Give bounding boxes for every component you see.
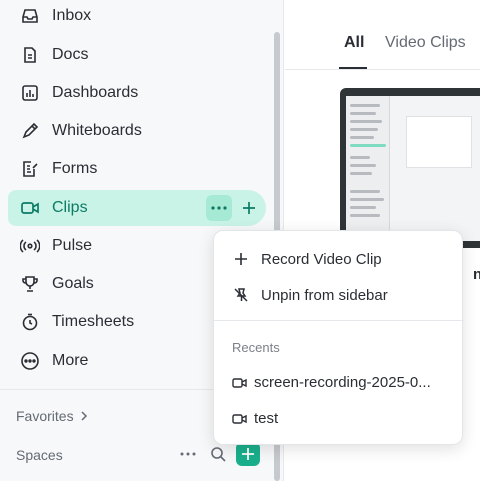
forms-icon — [20, 159, 40, 179]
video-icon — [20, 198, 40, 218]
search-icon[interactable] — [206, 442, 230, 466]
unpin-icon — [232, 286, 250, 304]
more-options-button[interactable] — [206, 195, 232, 221]
plus-icon — [232, 250, 250, 268]
sidebar-item-label: Docs — [52, 46, 89, 63]
clips-context-menu: Record Video Clip Unpin from sidebar Rec… — [213, 230, 464, 445]
add-space-button[interactable] — [236, 442, 260, 466]
sidebar-item-forms[interactable]: Forms — [8, 151, 266, 187]
docs-icon — [20, 45, 40, 65]
pulse-icon — [20, 236, 40, 256]
chevron-right-icon — [80, 408, 88, 424]
timer-icon — [20, 312, 40, 332]
sidebar-item-label: Forms — [52, 160, 98, 177]
unpin-from-sidebar-item[interactable]: Unpin from sidebar — [214, 278, 464, 312]
video-icon — [232, 411, 248, 427]
spaces-more-button[interactable] — [176, 442, 200, 466]
sidebar-item-label: Clips — [52, 199, 88, 216]
menu-divider — [214, 320, 464, 321]
tab-all[interactable]: All — [344, 34, 364, 52]
sidebar-item-inbox[interactable]: Inbox — [8, 0, 266, 34]
sidebar-item-label: More — [52, 352, 89, 369]
whiteboards-icon — [20, 121, 40, 141]
menu-item-label: Unpin from sidebar — [261, 286, 388, 304]
recents-header: Recents — [232, 340, 280, 355]
tab-video-clips[interactable]: Video Clips — [385, 34, 466, 52]
sidebar-item-clips[interactable]: Clips — [8, 190, 266, 226]
tabs-divider — [285, 69, 480, 70]
more-icon — [20, 351, 40, 371]
recent-clip-label: screen-recording-2025-0... — [254, 374, 431, 391]
favorites-label: Favorites — [16, 408, 74, 424]
spaces-section[interactable]: Spaces — [16, 447, 63, 463]
trophy-icon — [20, 274, 40, 294]
sidebar-item-label: Goals — [52, 275, 94, 292]
favorites-section[interactable]: Favorites — [16, 408, 88, 424]
recent-clip-item[interactable]: test — [214, 404, 464, 434]
sidebar-item-label: Pulse — [52, 237, 93, 254]
record-video-clip-item[interactable]: Record Video Clip — [214, 242, 464, 276]
video-icon — [232, 375, 248, 391]
sidebar-item-label: Whiteboards — [52, 122, 142, 139]
sidebar-item-label: Timesheets — [52, 313, 135, 330]
recent-clip-label: test — [254, 410, 279, 427]
clip-title[interactable]: ng — [473, 266, 480, 283]
sidebar-item-label: Dashboards — [52, 84, 139, 101]
recent-clip-item[interactable]: screen-recording-2025-0... — [214, 368, 464, 398]
add-clip-button[interactable] — [236, 195, 262, 221]
sidebar-item-dashboards[interactable]: Dashboards — [8, 75, 266, 111]
inbox-icon — [20, 6, 40, 26]
spaces-label: Spaces — [16, 447, 63, 463]
sidebar-item-whiteboards[interactable]: Whiteboards — [8, 113, 266, 149]
menu-item-label: Record Video Clip — [261, 250, 382, 268]
dashboards-icon — [20, 83, 40, 103]
clip-thumbnail[interactable] — [340, 88, 480, 248]
sidebar-item-label: Inbox — [52, 7, 92, 24]
sidebar-item-docs[interactable]: Docs — [8, 37, 266, 73]
